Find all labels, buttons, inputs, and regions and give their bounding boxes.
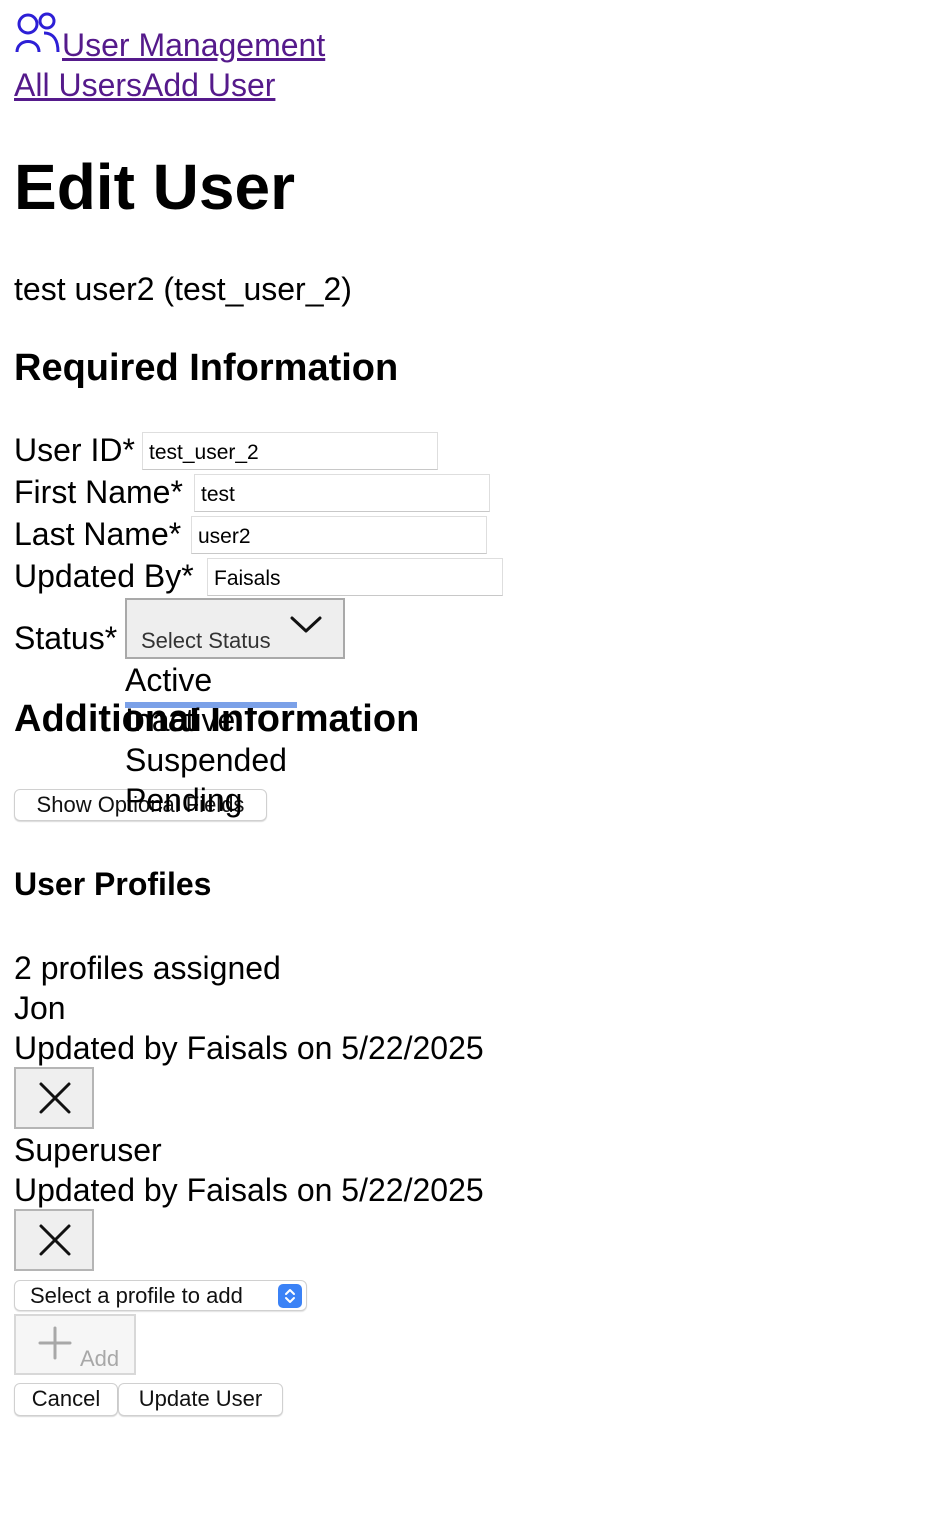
nav-link-all-users[interactable]: All Users bbox=[14, 67, 142, 103]
status-label: Status* bbox=[14, 620, 118, 656]
last-name-label: Last Name* bbox=[14, 516, 182, 552]
status-select[interactable]: Select Status bbox=[125, 598, 345, 659]
select-arrows-icon bbox=[278, 1284, 302, 1308]
profiles-count: 2 profiles assigned bbox=[14, 950, 281, 986]
users-icon bbox=[14, 12, 60, 54]
profile-name: Superuser bbox=[14, 1132, 162, 1168]
required-heading: Required Information bbox=[14, 347, 399, 389]
status-option-active[interactable]: Active bbox=[125, 660, 212, 700]
profile-select-value: Select a profile to add bbox=[30, 1283, 243, 1308]
last-name-input[interactable]: user2 bbox=[191, 516, 487, 554]
user-subtitle: test user2 (test_user_2) bbox=[14, 271, 352, 307]
updated-by-label: Updated By* bbox=[14, 558, 194, 594]
user-id-label: User ID* bbox=[14, 432, 135, 468]
profile-meta: Updated by Faisals on 5/22/2025 bbox=[14, 1172, 484, 1208]
profile-meta: Updated by Faisals on 5/22/2025 bbox=[14, 1030, 484, 1066]
cancel-button[interactable]: Cancel bbox=[14, 1383, 118, 1416]
remove-profile-button[interactable] bbox=[14, 1067, 94, 1129]
user-id-input[interactable]: test_user_2 bbox=[142, 432, 438, 470]
status-option-suspended[interactable]: Suspended bbox=[125, 740, 287, 780]
first-name-input[interactable]: test bbox=[194, 474, 490, 512]
profile-name: Jon bbox=[14, 990, 66, 1026]
status-option-pending[interactable]: Pending bbox=[125, 780, 242, 820]
first-name-label: First Name* bbox=[14, 474, 183, 510]
page-title: Edit User bbox=[14, 151, 295, 223]
remove-profile-button[interactable] bbox=[14, 1209, 94, 1271]
update-user-button[interactable]: Update User bbox=[118, 1383, 283, 1416]
app-title-link[interactable]: User Management bbox=[62, 25, 325, 65]
add-profile-button[interactable]: Add bbox=[14, 1314, 136, 1375]
status-option-inactive[interactable]: Inactive bbox=[125, 700, 235, 740]
profile-select[interactable]: Select a profile to add bbox=[14, 1280, 307, 1311]
chevron-down-icon bbox=[289, 614, 323, 636]
profiles-heading: User Profiles bbox=[14, 866, 212, 902]
plus-icon bbox=[38, 1326, 72, 1360]
updated-by-input[interactable]: Faisals bbox=[207, 558, 503, 596]
nav-links: All UsersAdd User bbox=[14, 65, 275, 105]
add-button-label: Add bbox=[80, 1346, 120, 1371]
close-icon bbox=[39, 1224, 71, 1256]
status-select-value: Select Status bbox=[141, 628, 271, 653]
nav-link-add-user[interactable]: Add User bbox=[142, 67, 275, 103]
close-icon bbox=[39, 1082, 71, 1114]
